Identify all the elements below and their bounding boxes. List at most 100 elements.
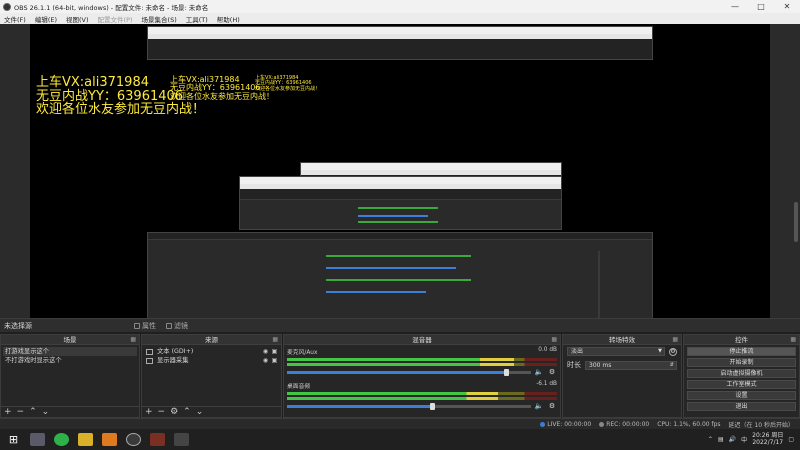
clock[interactable]: 20:26 周日 2022/7/17 xyxy=(752,432,784,446)
pad-app-icon[interactable] xyxy=(174,433,189,446)
dock-undock-icon[interactable]: ▦ xyxy=(790,335,796,345)
move-up-icon[interactable]: ⌃ xyxy=(29,407,37,417)
sources-title: 来源 xyxy=(205,336,218,344)
network-icon[interactable]: ▤ xyxy=(718,436,724,443)
menu-file[interactable]: 文件(F) xyxy=(4,14,26,24)
remove-icon[interactable]: − xyxy=(158,407,166,417)
stop-streaming-button[interactable]: 停止推流 xyxy=(687,347,796,356)
duration-input[interactable]: 300 ms ⇵ xyxy=(585,360,677,370)
eye-icon[interactable]: ◉ xyxy=(261,356,270,365)
wechat-app-icon[interactable] xyxy=(54,433,69,446)
channel-name: 麦克风/Aux xyxy=(287,350,318,356)
preview-scrollbar[interactable] xyxy=(794,202,798,242)
remove-icon[interactable]: − xyxy=(17,407,25,417)
notification-icon[interactable]: ▢ xyxy=(788,436,794,443)
terminal-app-icon[interactable] xyxy=(30,433,45,446)
source-item[interactable]: 显示器采集 ◉ ▣ xyxy=(144,356,279,365)
source-toolbar: 未选择源 属性 滤镜 xyxy=(0,318,800,332)
transition-select[interactable]: 淡出 ▼ xyxy=(567,347,665,356)
controls-header: 控件 ▦ xyxy=(684,335,799,345)
menu-edit[interactable]: 编辑(E) xyxy=(35,14,57,24)
dock-undock-icon[interactable]: ▦ xyxy=(272,335,278,345)
slider-handle[interactable] xyxy=(503,368,509,376)
add-icon[interactable]: + xyxy=(145,407,153,417)
scene-item-label: 不打游戏时显示这个 xyxy=(5,357,62,364)
menu-profile[interactable]: 配置文件(P) xyxy=(98,14,133,24)
window-title: OBS 26.1.1 (64-bit, windows) - 配置文件: 未命名… xyxy=(14,3,209,12)
transitions-dock: 转场特效 ▦ 淡出 ▼ ⚙ 时长 300 ms ⇵ xyxy=(562,334,682,418)
meter-level xyxy=(287,363,514,366)
start-virtual-camera-button[interactable]: 启动虚拟摄像机 xyxy=(687,369,796,378)
chevron-up-icon[interactable]: ⌃ xyxy=(708,436,713,443)
overlay-line-welcome-2: 欢迎各位水友参加无豆内战！ xyxy=(170,91,274,101)
preview-area[interactable]: 上车VX:ali371984 无豆内战YY：63961406 欢迎各位水友参加无… xyxy=(0,24,800,318)
3d-app-icon[interactable] xyxy=(78,433,93,446)
move-up-icon[interactable]: ⌃ xyxy=(183,407,191,417)
start-recording-button[interactable]: 开始录制 xyxy=(687,358,796,367)
scenes-dock: 场景 ▦ 打游戏显示这个 不打游戏时显示这个 + − ⌃ ⌄ xyxy=(0,334,140,418)
scene-item[interactable]: 打游戏显示这个 xyxy=(3,347,137,356)
exit-button[interactable]: 退出 xyxy=(687,402,796,411)
filters-label: 滤镜 xyxy=(174,321,188,330)
maximize-button[interactable]: □ xyxy=(748,0,774,13)
clock-date: 2022/7/17 xyxy=(752,438,784,446)
duration-label: 时长 xyxy=(567,361,581,369)
dock-undock-icon[interactable]: ▦ xyxy=(551,335,557,345)
source-item[interactable]: 文本 (GDI+) ◉ ▣ xyxy=(144,347,279,356)
speaker-icon[interactable]: 🔈 xyxy=(534,402,544,410)
volume-icon[interactable]: 🔊 xyxy=(729,436,736,443)
gear-icon[interactable]: ⚙ xyxy=(547,368,557,376)
close-button[interactable]: ✕ xyxy=(774,0,800,13)
live-time: LIVE: 00:00:00 xyxy=(547,420,592,428)
gear-icon[interactable]: ⚙ xyxy=(170,407,178,417)
move-down-icon[interactable]: ⌄ xyxy=(196,407,204,417)
obs-logo-icon xyxy=(3,2,11,11)
overlay-text-small: 上车VX:ali371984 无豆内战YY：63961406 欢迎各位水友参加无… xyxy=(255,75,320,92)
menu-view[interactable]: 视图(V) xyxy=(66,14,89,24)
properties-button[interactable]: 属性 xyxy=(134,321,156,331)
source-item-label: 显示器采集 xyxy=(157,357,189,364)
filters-button[interactable]: 滤镜 xyxy=(166,321,188,331)
scene-item[interactable]: 不打游戏时显示这个 xyxy=(3,356,137,365)
minimize-button[interactable]: — xyxy=(722,0,748,13)
gear-icon[interactable]: ⚙ xyxy=(669,347,677,356)
volume-slider[interactable] xyxy=(287,402,531,410)
controls-dock: 控件 ▦ 停止推流 开始录制 启动虚拟摄像机 工作室模式 设置 退出 xyxy=(683,334,800,418)
monitor-icon xyxy=(146,357,153,364)
volume-slider[interactable] xyxy=(287,368,531,376)
lock-icon[interactable]: ▣ xyxy=(270,347,279,356)
transitions-title: 转场特效 xyxy=(609,336,635,344)
windows-taskbar: ⊞ ⌃ ▤ 🔊 中 20:26 周日 2022/7/17 ▢ xyxy=(0,429,800,450)
mixer-header: 混音器 ▦ xyxy=(284,335,560,345)
speaker-icon[interactable]: 🔈 xyxy=(534,368,544,376)
lock-icon[interactable]: ▣ xyxy=(270,356,279,365)
ime-indicator[interactable]: 中 xyxy=(741,435,747,444)
status-bar: LIVE: 00:00:00 REC: 00:00:00 CPU: 1.1%, … xyxy=(0,418,800,429)
slider-handle[interactable] xyxy=(430,402,436,410)
windows-start-icon[interactable]: ⊞ xyxy=(6,433,21,446)
sources-dock: 来源 ▦ 文本 (GDI+) ◉ ▣ 显示器采集 ◉ ▣ + − ⚙ ⌃ ⌄ xyxy=(141,334,282,418)
menu-scene-collection[interactable]: 场景集合(S) xyxy=(142,14,177,24)
chevron-down-icon: ▼ xyxy=(658,348,662,354)
dock-undock-icon[interactable]: ▦ xyxy=(672,335,678,345)
add-icon[interactable]: + xyxy=(4,407,12,417)
meter-level xyxy=(287,392,498,395)
move-down-icon[interactable]: ⌄ xyxy=(42,407,50,417)
audio-mixer-dock: 混音器 ▦ 麦克风/Aux 0.0 dB 🔈 ⚙ 桌面音频 -6.1 dB 🔈 ⚙ xyxy=(283,334,561,418)
eye-icon[interactable]: ◉ xyxy=(261,347,270,356)
volume-meter xyxy=(287,358,557,361)
stepper-icon[interactable]: ⇵ xyxy=(670,362,674,369)
obs-app-icon[interactable] xyxy=(126,433,141,446)
channel-name: 桌面音频 xyxy=(287,384,311,390)
settings-button[interactable]: 设置 xyxy=(687,391,796,400)
game-app-icon[interactable] xyxy=(150,433,165,446)
overlay-line-welcome: 欢迎各位水友参加无豆内战！ xyxy=(36,102,206,118)
orange-app-icon[interactable] xyxy=(102,433,117,446)
properties-label: 属性 xyxy=(142,321,156,330)
dock-undock-icon[interactable]: ▦ xyxy=(130,335,136,345)
volume-meter xyxy=(287,397,557,400)
menu-help[interactable]: 帮助(H) xyxy=(217,14,240,24)
gear-icon[interactable]: ⚙ xyxy=(547,402,557,410)
menu-tools[interactable]: 工具(T) xyxy=(186,14,208,24)
studio-mode-button[interactable]: 工作室模式 xyxy=(687,380,796,389)
